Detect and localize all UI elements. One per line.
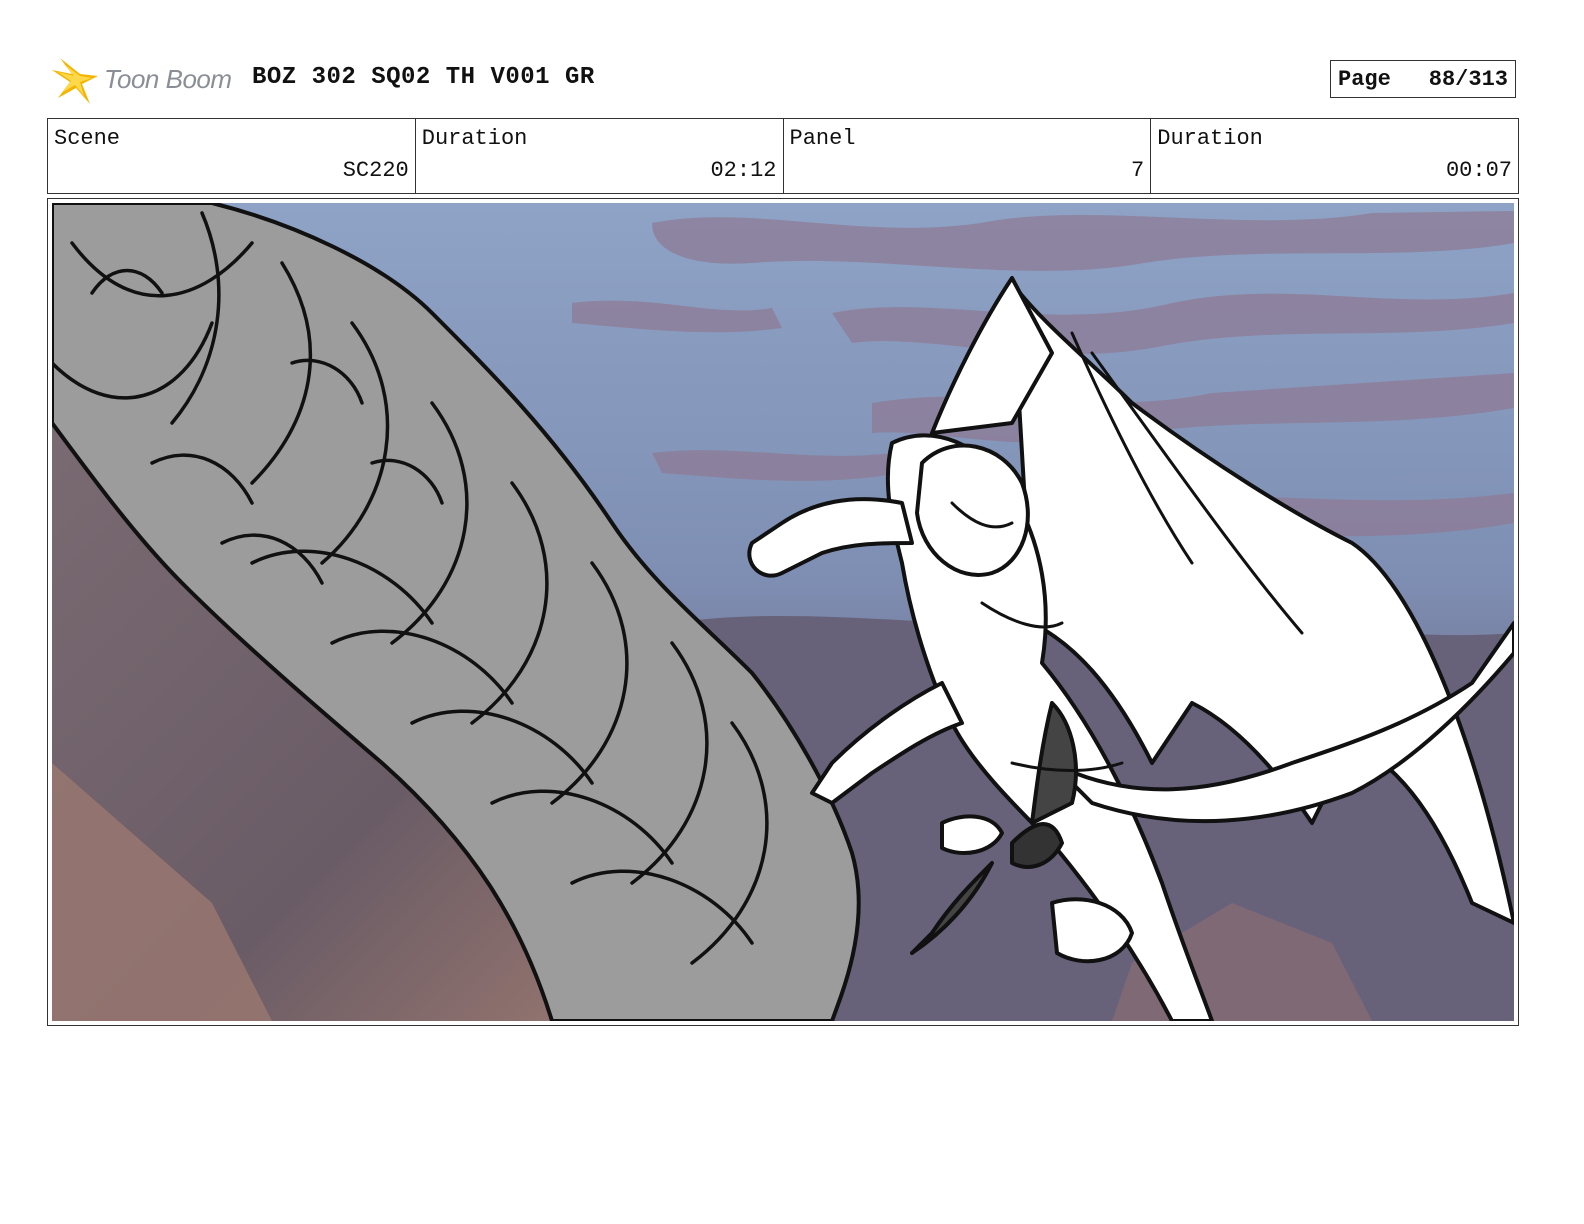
panel-duration-value: 00:07 [1445, 158, 1512, 183]
logo-text: Toon Boom [104, 64, 232, 94]
scene-label: Scene [54, 126, 121, 151]
panel-duration-cell: Duration 00:07 [1151, 119, 1518, 193]
scene-duration-cell: Duration 02:12 [416, 119, 784, 193]
panel-cell: Panel 7 [784, 119, 1152, 193]
scene-duration-value: 02:12 [710, 158, 777, 183]
page-label: Page [1338, 66, 1391, 92]
scene-duration-label: Duration [421, 126, 528, 151]
panel-value: 7 [1131, 158, 1145, 183]
scene-value: SC220 [342, 158, 409, 183]
page-indicator: Page 88/313 [1330, 60, 1516, 98]
document-title: BOZ 302 SQ02 TH V001 GR [252, 64, 595, 91]
toon-boom-logo: Toon Boom [50, 54, 240, 108]
panel-info-table: Scene SC220 Duration 02:12 Panel 7 Durat… [47, 118, 1519, 194]
storyboard-panel-image [52, 203, 1514, 1021]
panel-duration-label: Duration [1157, 126, 1263, 151]
scene-cell: Scene SC220 [48, 119, 416, 193]
panel-label: Panel [789, 126, 856, 151]
storyboard-panel-frame [47, 198, 1519, 1026]
page-number: 88/313 [1428, 66, 1508, 92]
toon-boom-star-icon [52, 58, 98, 104]
